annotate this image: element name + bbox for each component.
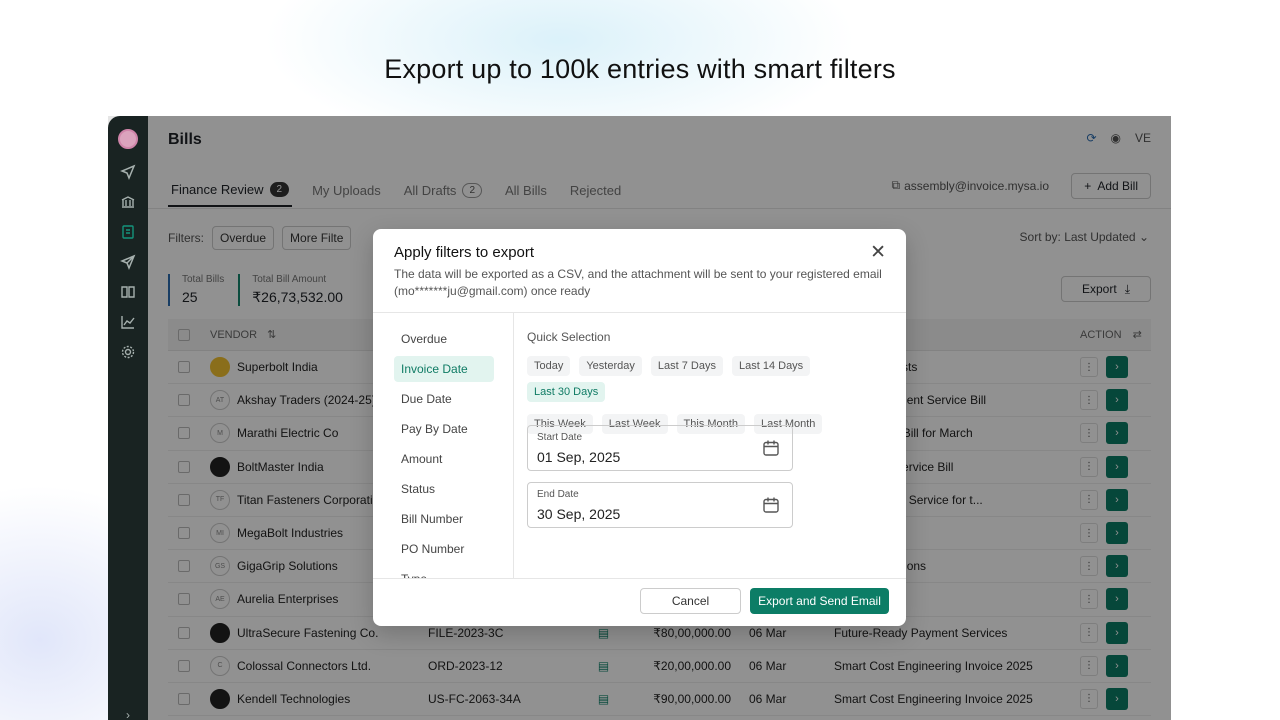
filter-field-item[interactable]: Overdue [394,326,494,352]
filter-field-item[interactable]: Pay By Date [394,416,494,442]
filter-field-item[interactable]: Due Date [394,386,494,412]
start-date-label: Start Date [537,432,583,443]
filter-field-item[interactable]: Amount [394,446,494,472]
filter-field-item[interactable]: Type [394,566,494,578]
quick-selection-chip[interactable]: Today [527,356,571,376]
filter-field-item[interactable]: Bill Number [394,506,494,532]
quick-selection-chips: Today Yesterday Last 7 Days Last 14 Days Las… [527,356,887,434]
export-and-send-email-button[interactable]: Export and Send Email [750,588,889,614]
modal-title: Apply filters to export [394,244,535,261]
start-date-value: 01 Sep, 2025 [537,449,621,465]
quick-selection-chip[interactable]: Last 7 Days [650,356,723,376]
close-icon[interactable]: ✕ [870,241,886,264]
sidebar-dim [108,116,148,720]
filter-field-item[interactable]: PO Number [394,536,494,562]
quick-selection-label: Quick Selection [527,330,611,344]
modal-footer-divider [373,578,906,579]
quick-selection-chip[interactable]: Last 30 Days [527,382,606,402]
end-date-label: End Date [537,489,579,500]
export-filter-modal: Apply filters to export ✕ The data will … [373,229,906,626]
date-filter-panel: Quick Selection Today Yesterday Last 7 Day… [527,330,887,434]
start-date-field[interactable]: Start Date 01 Sep, 2025 [527,425,793,471]
filter-field-item[interactable]: Status [394,476,494,502]
filter-field-item[interactable]: Invoice Date [394,356,494,382]
cancel-button[interactable]: Cancel [640,588,741,614]
filter-field-list: Overdue Invoice Date Due Date Pay By Date Am… [373,313,514,578]
quick-selection-chip[interactable]: Yesterday [579,356,642,376]
end-date-field[interactable]: End Date 30 Sep, 2025 [527,482,793,528]
calendar-icon[interactable] [762,439,780,457]
end-date-value: 30 Sep, 2025 [537,506,621,522]
calendar-icon[interactable] [762,496,780,514]
modal-description: The data will be exported as a CSV, and … [394,267,882,298]
quick-selection-chip[interactable]: Last 14 Days [731,356,811,376]
headline: Export up to 100k entries with smart fil… [384,54,896,84]
